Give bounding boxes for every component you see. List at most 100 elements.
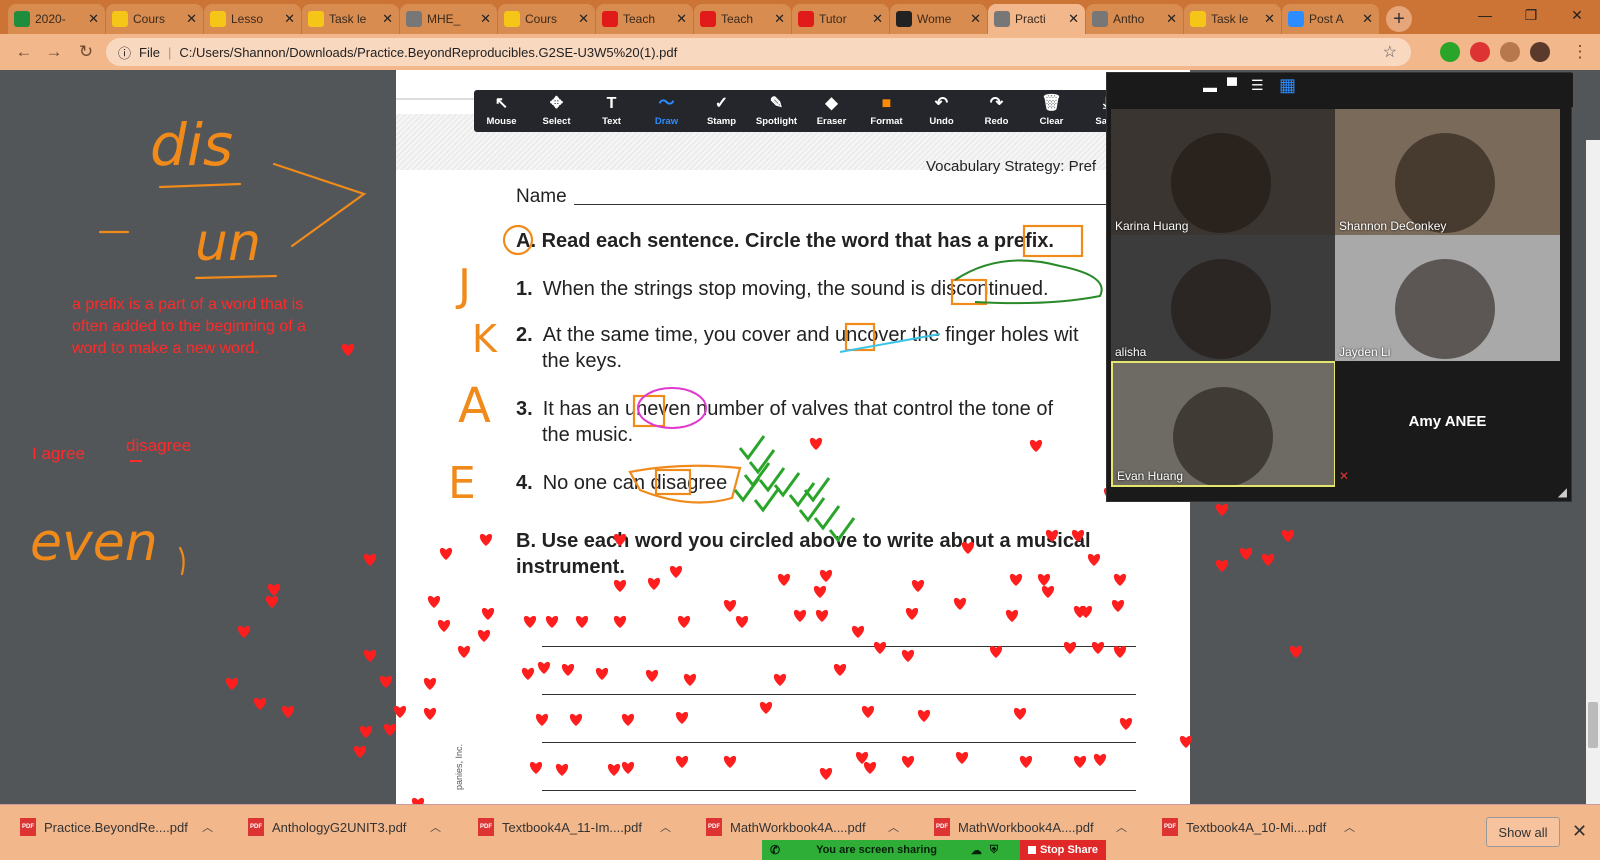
scheme-label: File — [139, 44, 160, 60]
close-tab-icon[interactable]: ✕ — [480, 11, 491, 27]
heart-stamp — [1019, 755, 1033, 768]
browser-tab[interactable]: Practi ✕ — [988, 4, 1085, 34]
tool-eraser[interactable]: ◆ Eraser — [804, 95, 859, 127]
ink-letter-k: K — [472, 317, 498, 361]
close-tab-icon[interactable]: ✕ — [676, 11, 687, 27]
minimize-gallery-icon[interactable]: ▬ — [1203, 79, 1217, 95]
chevron-up-icon[interactable]: ︿ — [202, 819, 213, 835]
close-tab-icon[interactable]: ✕ — [1068, 11, 1079, 27]
heart-stamp — [833, 663, 847, 676]
close-tab-icon[interactable]: ✕ — [774, 11, 785, 27]
browser-tab[interactable]: Tutor ✕ — [792, 4, 889, 34]
classroom-icon — [504, 11, 520, 27]
participant-tile[interactable]: alisha — [1111, 235, 1336, 361]
show-all-button[interactable]: Show all — [1486, 817, 1560, 847]
extension-puzzle-icon[interactable] — [1500, 42, 1520, 62]
globe-icon — [994, 11, 1010, 27]
url-field[interactable]: ⓘ File | C:/Users/Shannon/Downloads/Prac… — [106, 38, 1411, 66]
gallery-view-icon[interactable]: ☰ — [1251, 77, 1264, 94]
participant-tile[interactable]: Karina Huang — [1111, 109, 1336, 235]
browser-tab[interactable]: Cours ✕ — [498, 4, 595, 34]
tool-format[interactable]: ■ Format — [859, 95, 914, 127]
tool-draw[interactable]: 〜 Draw — [639, 95, 694, 127]
browser-tab[interactable]: MHE_ ✕ — [400, 4, 497, 34]
speaker-view-icon[interactable]: ▀ — [1227, 77, 1237, 93]
close-tab-icon[interactable]: ✕ — [284, 11, 295, 27]
chevron-up-icon[interactable]: ︿ — [1344, 819, 1355, 835]
close-tab-icon[interactable]: ✕ — [1362, 11, 1373, 27]
tool-redo[interactable]: ↷ Redo — [969, 95, 1024, 127]
chevron-up-icon[interactable]: ︿ — [888, 819, 899, 835]
extension-icon[interactable] — [1440, 42, 1460, 62]
new-tab-button[interactable]: + — [1386, 6, 1412, 32]
download-item[interactable]: PDF MathWorkbook4A....pdf ︿ — [934, 818, 1127, 836]
close-tab-icon[interactable]: ✕ — [382, 11, 393, 27]
tool-label: Stamp — [706, 116, 737, 127]
menu-dots-icon[interactable]: ⋮ — [1566, 42, 1594, 62]
restore-button[interactable]: ❐ — [1508, 0, 1554, 30]
stop-share-button[interactable]: Stop Share — [1020, 840, 1106, 860]
bookmark-star-icon[interactable]: ☆ — [1383, 42, 1397, 62]
back-arrow-icon[interactable]: ← — [10, 42, 38, 62]
participant-tile[interactable]: Amy ANEE ✕ — [1335, 361, 1560, 487]
tab-title: Practi — [1015, 12, 1046, 26]
close-tab-icon[interactable]: ✕ — [970, 11, 981, 27]
chevron-up-icon[interactable]: ︿ — [1116, 819, 1127, 835]
heart-stamp — [645, 669, 659, 682]
browser-tab[interactable]: Teach ✕ — [596, 4, 693, 34]
tool-label: Clear — [1039, 116, 1064, 127]
download-item[interactable]: PDF Textbook4A_11-Im....pdf ︿ — [478, 818, 671, 836]
browser-tab[interactable]: Antho ✕ — [1086, 4, 1183, 34]
scrollbar-thumb[interactable] — [1588, 702, 1598, 748]
close-tab-icon[interactable]: ✕ — [578, 11, 589, 27]
profile-avatar[interactable] — [1530, 42, 1550, 62]
phone-icon: ✆ — [770, 843, 781, 857]
download-filename: MathWorkbook4A....pdf — [958, 819, 1094, 835]
browser-tab[interactable]: Cours ✕ — [106, 4, 203, 34]
browser-tab[interactable]: Teach ✕ — [694, 4, 791, 34]
extension-icon[interactable] — [1470, 42, 1490, 62]
download-item[interactable]: PDF AnthologyG2UNIT3.pdf ︿ — [248, 818, 441, 836]
ink-letter-e: E — [448, 458, 476, 509]
vertical-scrollbar[interactable] — [1586, 140, 1600, 804]
download-item[interactable]: PDF Practice.BeyondRe....pdf ︿ — [20, 818, 213, 836]
participant-tile[interactable]: Jayden Li — [1335, 235, 1560, 361]
heart-stamp — [1005, 609, 1019, 622]
browser-tab[interactable]: Lesso ✕ — [204, 4, 301, 34]
classroom-icon — [308, 11, 324, 27]
tool-label: Eraser — [816, 116, 847, 127]
close-download-shelf-icon[interactable]: ✕ — [1572, 821, 1587, 842]
tool-spotlight[interactable]: ✎ Spotlight — [749, 95, 804, 127]
close-tab-icon[interactable]: ✕ — [88, 11, 99, 27]
reload-icon[interactable]: ↻ — [72, 42, 100, 62]
info-icon[interactable]: ⓘ — [118, 43, 131, 62]
browser-tab[interactable]: Task le ✕ — [1184, 4, 1281, 34]
chevron-up-icon[interactable]: ︿ — [660, 819, 671, 835]
tool-select[interactable]: ✥ Select — [529, 95, 584, 127]
browser-tab[interactable]: 2020- ✕ — [8, 4, 105, 34]
heart-stamp — [423, 677, 437, 690]
browser-tab[interactable]: Post A ✕ — [1282, 4, 1379, 34]
close-window-button[interactable]: ✕ — [1554, 0, 1600, 30]
chevron-up-icon[interactable]: ︿ — [430, 819, 441, 835]
download-item[interactable]: PDF MathWorkbook4A....pdf ︿ — [706, 818, 899, 836]
download-item[interactable]: PDF Textbook4A_10-Mi....pdf ︿ — [1162, 818, 1355, 836]
tool-mouse[interactable]: ↖ Mouse — [474, 95, 529, 127]
tool-stamp[interactable]: ✓ Stamp — [694, 95, 749, 127]
browser-tab[interactable]: Task le ✕ — [302, 4, 399, 34]
heart-stamp — [1289, 645, 1303, 658]
resize-handle-icon[interactable]: ◢ — [1558, 485, 1567, 499]
close-tab-icon[interactable]: ✕ — [1264, 11, 1275, 27]
close-tab-icon[interactable]: ✕ — [1166, 11, 1177, 27]
close-tab-icon[interactable]: ✕ — [872, 11, 883, 27]
tool-clear[interactable]: 🗑 Clear — [1024, 95, 1079, 127]
forward-arrow-icon[interactable]: → — [40, 42, 68, 62]
participant-tile[interactable]: Shannon DeConkey — [1335, 109, 1560, 235]
participant-tile[interactable]: Evan Huang — [1111, 361, 1336, 487]
close-tab-icon[interactable]: ✕ — [186, 11, 197, 27]
tool-undo[interactable]: ↶ Undo — [914, 95, 969, 127]
tool-text[interactable]: T Text — [584, 95, 639, 127]
minimize-button[interactable]: — — [1462, 0, 1508, 30]
grid-view-icon[interactable]: ▦ — [1279, 75, 1296, 96]
browser-tab[interactable]: Wome ✕ — [890, 4, 987, 34]
